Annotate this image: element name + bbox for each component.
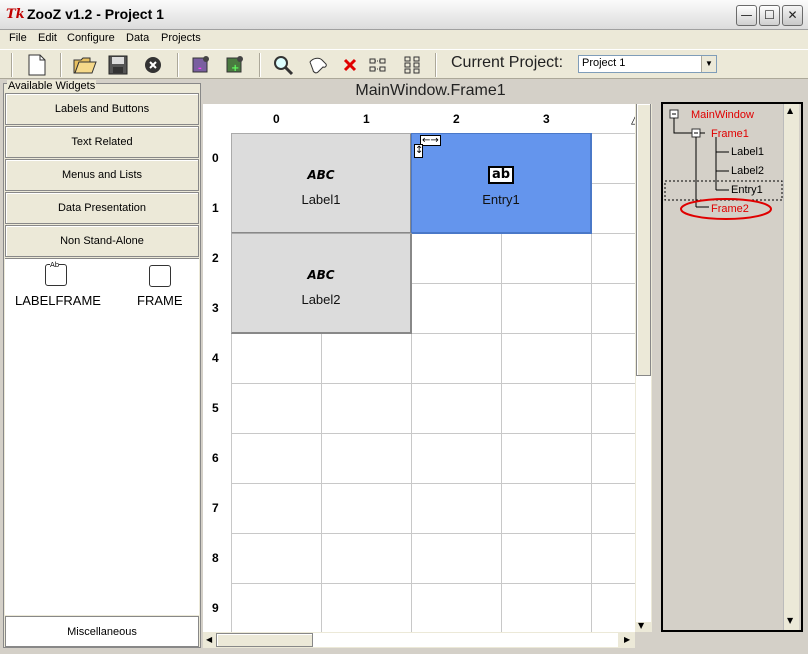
- grid-line: [231, 583, 635, 584]
- new-file-icon[interactable]: [25, 53, 49, 77]
- category-labels-and-buttons[interactable]: Labels and Buttons: [5, 93, 199, 125]
- tree-vertical-scrollbar[interactable]: ▲ ▼: [783, 104, 799, 630]
- hand-pointer-icon[interactable]: [306, 53, 330, 77]
- column-header: 0: [273, 112, 280, 126]
- entry1-widget[interactable]: ←→ ↕ ab Entry1: [411, 133, 592, 234]
- row-header: 7: [212, 501, 219, 515]
- canvas-vertical-scrollbar[interactable]: ▼: [635, 104, 652, 632]
- available-widgets-title: Available Widgets: [7, 80, 97, 92]
- labelframe-icon[interactable]: Ab: [45, 261, 67, 286]
- layout-grid-icon[interactable]: [400, 53, 424, 77]
- menu-configure[interactable]: Configure: [67, 32, 115, 44]
- toolbar-separator: [60, 53, 62, 77]
- toolbar-separator: [177, 53, 179, 77]
- column-header: 3: [543, 112, 550, 126]
- toolbar: - + Current Project: Project 1 ▼: [0, 49, 808, 79]
- widget-frame-label[interactable]: FRAME: [137, 293, 183, 308]
- scroll-track: [636, 376, 651, 622]
- tree-node-entry1[interactable]: Entry1: [731, 184, 763, 196]
- scroll-right-arrow-icon[interactable]: ▶: [624, 635, 630, 644]
- category-text-related[interactable]: Text Related: [5, 126, 199, 158]
- scroll-left-arrow-icon[interactable]: ◀: [206, 635, 212, 644]
- layout-horizontal-icon[interactable]: [366, 53, 390, 77]
- grid-line: [231, 533, 635, 534]
- category-menus-and-lists[interactable]: Menus and Lists: [5, 159, 199, 191]
- entry1-name: Entry1: [482, 192, 520, 207]
- design-canvas[interactable]: 0 1 2 3 △ 0 1 2 3 4 5 6 7 8 9 ABC Label1…: [203, 104, 635, 632]
- current-project-select[interactable]: Project 1 ▼: [578, 55, 717, 73]
- remove-widget-icon[interactable]: -: [189, 53, 213, 77]
- row-header: 9: [212, 601, 219, 615]
- menu-edit[interactable]: Edit: [38, 32, 57, 44]
- category-data-presentation[interactable]: Data Presentation: [5, 192, 199, 224]
- toolbar-separator: [435, 53, 437, 77]
- tree-node-label2[interactable]: Label2: [731, 165, 764, 177]
- tree-node-label1[interactable]: Label1: [731, 146, 764, 158]
- maximize-button[interactable]: ☐: [759, 5, 780, 26]
- entry-widget-icon: ab: [488, 166, 514, 184]
- widget-labelframe-label[interactable]: LABELFRAME: [15, 293, 101, 308]
- window-title: ZooZ v1.2 - Project 1: [27, 6, 164, 22]
- grid-line: [231, 383, 635, 384]
- open-folder-icon[interactable]: [73, 53, 97, 77]
- category-non-stand-alone[interactable]: Non Stand-Alone: [5, 225, 199, 257]
- grid-line: [231, 483, 635, 484]
- label1-name: Label1: [301, 192, 341, 207]
- row-header: 8: [212, 551, 219, 565]
- scroll-track: [313, 633, 618, 647]
- add-widget-icon[interactable]: +: [223, 53, 247, 77]
- magnifier-icon[interactable]: [271, 53, 295, 77]
- column-header: 1: [363, 112, 370, 126]
- widget-tree-panel: MainWindow Frame1 Label1 Label2 Entry1 F…: [661, 102, 803, 632]
- svg-text:+: +: [231, 63, 239, 74]
- resize-vertical-handle[interactable]: ↕: [414, 144, 423, 158]
- delete-x-icon[interactable]: [338, 53, 362, 77]
- scroll-down-arrow-icon[interactable]: ▼: [787, 616, 793, 625]
- chevron-down-icon[interactable]: ▼: [701, 56, 716, 72]
- tree-node-frame1[interactable]: Frame1: [711, 128, 749, 140]
- title-bar: Tk ZooZ v1.2 - Project 1 — ☐ ✕: [0, 0, 808, 30]
- current-project-value: Project 1: [582, 57, 626, 69]
- label1-widget[interactable]: ABC Label1: [231, 133, 412, 234]
- row-header: 5: [212, 401, 219, 415]
- save-disk-icon[interactable]: [106, 53, 130, 77]
- row-header: 4: [212, 351, 219, 365]
- label-widget-icon: ABC: [307, 268, 335, 282]
- category-miscellaneous[interactable]: Miscellaneous: [5, 616, 199, 647]
- current-project-label: Current Project:: [451, 54, 564, 71]
- labelframe-icon-text: Ab: [50, 261, 60, 269]
- label2-name: Label2: [301, 292, 341, 307]
- canvas-title: MainWindow.Frame1: [355, 82, 506, 99]
- tree-connector-lines: [664, 109, 783, 220]
- row-header: 1: [212, 201, 219, 215]
- svg-text:-: -: [198, 64, 202, 74]
- row-header: 0: [212, 151, 219, 165]
- horizontal-scroll-thumb[interactable]: [216, 633, 313, 647]
- label2-widget[interactable]: ABC Label2: [231, 233, 412, 334]
- minimize-button[interactable]: —: [736, 5, 757, 26]
- column-header: 2: [453, 112, 460, 126]
- grid-line: [231, 433, 635, 434]
- widget-list: Ab LABELFRAME FRAME: [5, 258, 199, 615]
- label-widget-icon: ABC: [307, 168, 335, 182]
- close-window-button[interactable]: ✕: [782, 5, 803, 26]
- menu-projects[interactable]: Projects: [161, 32, 201, 44]
- row-header: 2: [212, 251, 219, 265]
- toolbar-separator: [11, 53, 13, 77]
- tree-node-frame2[interactable]: Frame2: [711, 203, 749, 215]
- menu-bar: File Edit Configure Data Projects: [0, 30, 808, 49]
- scroll-down-arrow-icon[interactable]: ▼: [638, 621, 644, 630]
- toolbar-separator: [259, 53, 261, 77]
- row-header: 6: [212, 451, 219, 465]
- tree-node-mainwindow[interactable]: MainWindow: [691, 109, 754, 121]
- canvas-horizontal-scrollbar[interactable]: ◀ ▶: [203, 632, 635, 648]
- tk-app-icon: Tk: [6, 7, 25, 22]
- scroll-up-arrow-icon[interactable]: ▲: [787, 106, 793, 115]
- menu-data[interactable]: Data: [126, 32, 149, 44]
- menu-file[interactable]: File: [9, 32, 27, 44]
- frame-icon[interactable]: [149, 265, 171, 287]
- close-project-icon[interactable]: [141, 53, 165, 77]
- row-header: 3: [212, 301, 219, 315]
- vertical-scroll-thumb[interactable]: [636, 104, 651, 376]
